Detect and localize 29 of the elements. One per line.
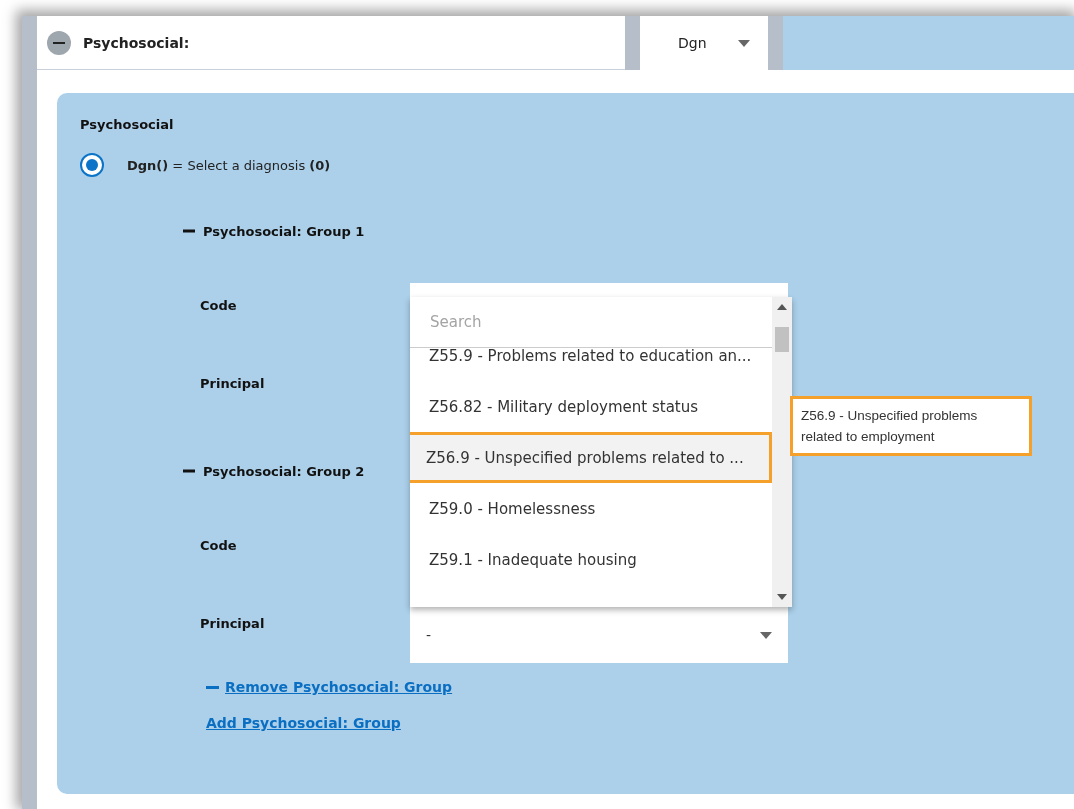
field-label: Code (200, 537, 237, 553)
header-separator (768, 16, 783, 70)
scroll-down-icon[interactable] (777, 594, 787, 600)
group-heading: Psychosocial: Group 1 (203, 223, 365, 239)
field-label: Principal (200, 616, 265, 631)
option-text: Dgn() = Select a diagnosis (0) (127, 157, 331, 173)
search-field[interactable]: Search (410, 297, 772, 348)
scrollbar[interactable] (772, 297, 792, 607)
collapse-button[interactable] (47, 30, 71, 55)
header-separator (625, 16, 640, 70)
field-label: Code (200, 297, 237, 313)
caret-icon (760, 631, 772, 639)
scroll-up-icon[interactable] (777, 304, 787, 310)
caret-icon (738, 39, 750, 47)
mode-select[interactable]: Dgn (640, 16, 768, 70)
dropdown-option[interactable]: Z59.1 - Inadequate housing (410, 534, 772, 585)
radio-button[interactable] (80, 153, 104, 177)
field-label: Principal (200, 375, 265, 391)
tooltip: Z56.9 - Unspecified problems related to employment (790, 396, 1032, 456)
minus-icon (206, 685, 219, 689)
dropdown-option[interactable]: Z55.9 - Problems related to education an... (410, 348, 772, 381)
scrollbar-thumb[interactable] (775, 327, 789, 352)
select-field[interactable]: - (410, 607, 788, 663)
section-title: Psychosocial: (83, 34, 190, 51)
dropdown-option[interactable]: Z56.9 - Unspecified problems related to ... (410, 432, 772, 483)
dropdown-option[interactable]: Z56.82 - Military deployment status (410, 381, 772, 432)
group-heading: Psychosocial: Group 2 (203, 463, 365, 479)
dropdown-option[interactable]: Z59.0 - Homelessness (410, 483, 772, 534)
panel-title: Psychosocial (80, 117, 175, 133)
